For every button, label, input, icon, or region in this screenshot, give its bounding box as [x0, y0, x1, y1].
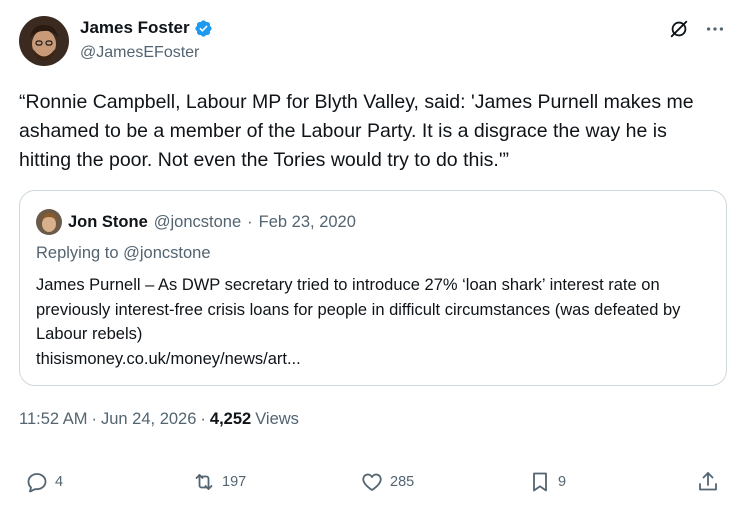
quoted-text-block: James Purnell – As DWP secretary tried t…	[36, 273, 716, 371]
quoted-author-handle: @joncstone	[153, 212, 242, 231]
meta-separator: ·	[91, 410, 98, 428]
author-name-row: James Foster	[80, 18, 213, 38]
quoted-separator: ·	[247, 212, 253, 231]
grok-icon[interactable]	[668, 18, 690, 40]
views-count: 4,252	[209, 410, 252, 428]
tweet-top-actions	[668, 18, 726, 40]
quoted-link: thisismoney.co.uk/money/news/art...	[36, 349, 301, 368]
reply-button[interactable]: 4	[25, 466, 63, 498]
author-handle[interactable]: @JamesEFoster	[80, 44, 199, 62]
bookmark-button[interactable]: 9	[528, 466, 566, 498]
more-icon[interactable]	[704, 18, 726, 40]
author-avatar[interactable]	[19, 16, 69, 66]
bookmark-count: 9	[558, 474, 567, 490]
quoted-author-avatar	[36, 209, 62, 235]
quoted-tweet-header: Jon Stone @joncstone · Feb 23, 2020	[36, 209, 356, 235]
views-label: Views	[255, 410, 299, 428]
share-button[interactable]	[696, 466, 720, 498]
repost-icon	[195, 474, 213, 490]
tweet-time[interactable]: 11:52 AM	[19, 410, 88, 429]
tweet-detail: James Foster @JamesEFoster “Ronnie Campb…	[0, 0, 748, 514]
tweet-date[interactable]: Jun 24, 2026	[101, 410, 196, 429]
tweet-text: “Ronnie Campbell, Labour MP for Blyth Va…	[19, 91, 694, 171]
like-button[interactable]: 285	[360, 466, 414, 498]
verified-badge-icon[interactable]	[194, 19, 213, 38]
tweet-meta: 11:52 AM · Jun 24, 2026 · 4,252 Views	[19, 410, 299, 429]
repost-count: 197	[222, 474, 247, 490]
like-icon	[362, 473, 382, 491]
tweet-action-bar: 4 197 285 9	[0, 466, 748, 498]
bookmark-icon	[533, 472, 547, 492]
quoted-replying-to: Replying to @joncstone	[36, 244, 211, 262]
author-display-name[interactable]: James Foster	[80, 18, 190, 38]
quoted-tweet[interactable]: Jon Stone @joncstone · Feb 23, 2020 Repl…	[19, 190, 727, 386]
repost-button[interactable]: 197	[192, 466, 246, 498]
meta-separator: ·	[200, 410, 206, 428]
quoted-author-name: Jon Stone	[68, 212, 148, 231]
like-count: 285	[390, 474, 415, 490]
quoted-text: James Purnell – As DWP secretary tried t…	[36, 276, 681, 343]
quoted-date: Feb 23, 2020	[258, 212, 356, 231]
reply-count: 4	[55, 474, 64, 490]
share-icon	[699, 472, 717, 491]
reply-icon	[27, 473, 47, 493]
